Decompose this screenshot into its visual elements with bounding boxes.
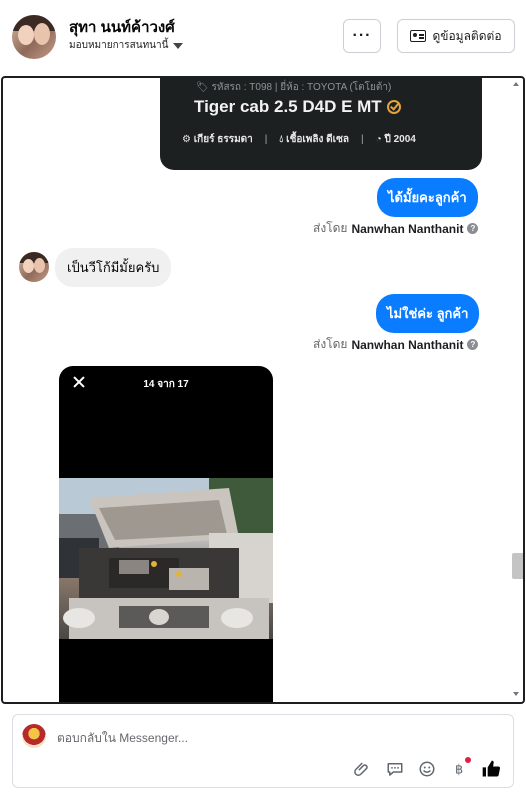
message-thread[interactable]: 🏷︎ รหัสรถ : T098 | ยี่ห้อ : TOYOTA (โตโย… <box>1 76 525 704</box>
outgoing-message[interactable]: ไม่ใช่ค่ะ ลูกค้า <box>376 294 480 333</box>
outgoing-message[interactable]: ได้มั้ยคะลูกค้า <box>377 178 478 217</box>
tag-icon: 🏷︎ <box>196 82 212 93</box>
chevron-down-icon <box>173 42 184 49</box>
car-fuel: 💧︎ เชื้อเพลิง ดีเซล <box>279 134 350 145</box>
view-contact-button[interactable]: ดูข้อมูลติดต่อ <box>397 19 515 53</box>
assign-conversation-dropdown[interactable]: มอบหมายการสนทนานี้ <box>69 38 184 53</box>
attachment-paperclip-icon[interactable] <box>353 759 373 779</box>
view-contact-label: ดูข้อมูลติดต่อ <box>432 28 502 43</box>
page-avatar <box>22 724 46 748</box>
more-options-button[interactable]: ··· <box>343 19 381 53</box>
contact-name[interactable]: สุทา นนท์ค้าวงศ์ <box>69 15 175 39</box>
verified-check-icon <box>386 100 401 114</box>
car-specs: ⚙ เกียร์ ธรรมดา | 💧︎ เชื้อเพลิง ดีเซล | … <box>182 132 416 147</box>
shared-media-screenshot[interactable]: 14 จาก 17 <box>59 366 273 702</box>
gear-icon: ⚙ <box>182 134 191 145</box>
sender-avatar[interactable] <box>19 252 49 282</box>
car-gear: ⚙ เกียร์ ธรรมดา <box>182 134 253 145</box>
sent-by-label: ส่งโดย Nanwhan Nanthanit ? <box>313 219 479 238</box>
reply-composer: ฿ <box>12 714 514 788</box>
speedometer-icon: ◔ <box>375 134 382 145</box>
scrollbar-thumb[interactable] <box>512 553 523 579</box>
emoji-smiley-icon[interactable] <box>417 759 437 779</box>
saved-replies-icon[interactable] <box>385 759 405 779</box>
sent-by-label: ส่งโดย Nanwhan Nanthanit ? <box>313 335 479 354</box>
media-counter: 14 จาก 17 <box>143 379 189 390</box>
scroll-up-arrow-icon[interactable] <box>513 82 519 86</box>
scroll-down-arrow-icon[interactable] <box>513 692 519 696</box>
car-engine-photo[interactable] <box>59 478 273 639</box>
payment-baht-icon[interactable]: ฿ <box>449 757 471 779</box>
help-icon[interactable]: ? <box>467 223 479 234</box>
more-icon: ··· <box>352 27 372 44</box>
contact-avatar[interactable] <box>12 15 56 59</box>
notification-dot <box>465 757 471 763</box>
car-model-title: Tiger cab 2.5 D4D E MT <box>194 97 401 117</box>
thumbs-up-icon[interactable] <box>481 759 501 779</box>
car-listing-card[interactable]: 🏷︎ รหัสรถ : T098 | ยี่ห้อ : TOYOTA (โตโย… <box>160 78 482 170</box>
composer-toolbar: ฿ <box>353 757 501 779</box>
fuel-drop-icon: 💧︎ <box>279 134 284 145</box>
divider: | <box>264 134 268 145</box>
svg-text:฿: ฿ <box>455 763 463 778</box>
chat-scrollbar[interactable] <box>511 78 523 702</box>
conversation-header: สุทา นนท์ค้าวงศ์ มอบหมายการสนทนานี้ ··· … <box>0 0 526 74</box>
assign-label: มอบหมายการสนทนานี้ <box>69 40 169 51</box>
car-code-line: 🏷︎ รหัสรถ : T098 | ยี่ห้อ : TOYOTA (โตโย… <box>196 82 392 93</box>
help-icon[interactable]: ? <box>467 339 479 350</box>
incoming-message[interactable]: เป็นวีโก้มีมั้ยครับ <box>55 248 172 287</box>
car-engine-illustration <box>59 478 273 639</box>
divider: | <box>361 134 364 145</box>
car-year: ◔ ปี 2004 <box>375 134 416 145</box>
reply-input[interactable] <box>57 731 497 745</box>
id-card-icon <box>410 30 427 42</box>
